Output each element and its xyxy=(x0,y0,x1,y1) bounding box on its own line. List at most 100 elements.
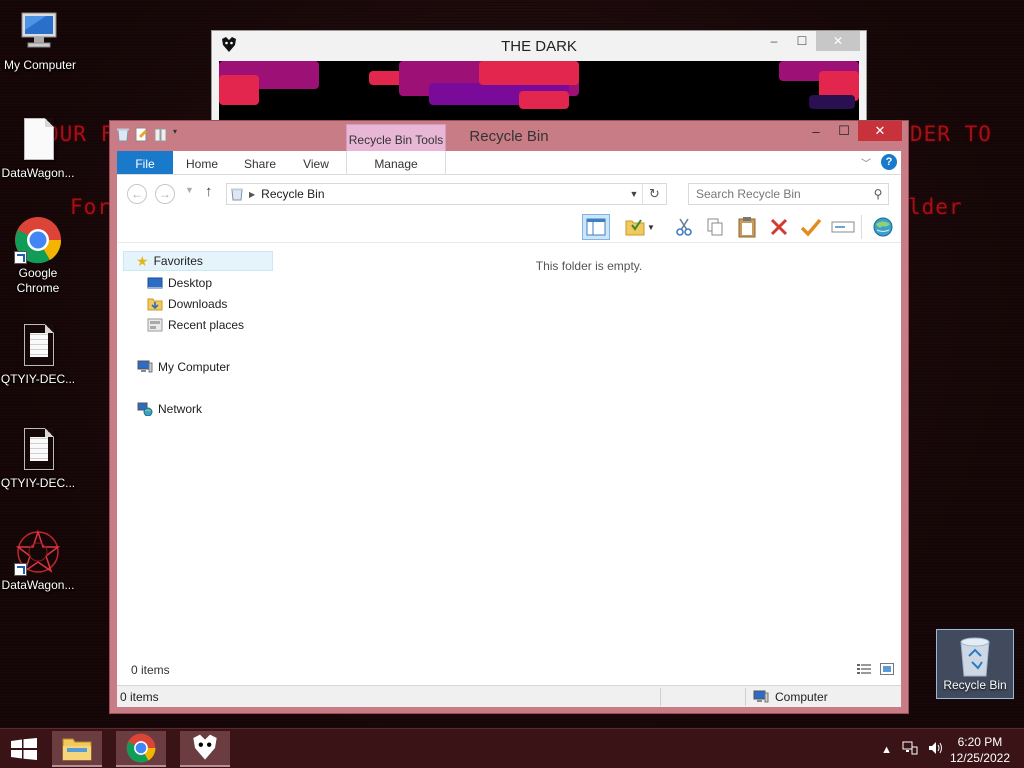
close-button[interactable]: ✕ xyxy=(816,31,860,51)
select-dropdown-icon[interactable]: ▼ xyxy=(644,214,658,240)
empty-folder-message: This folder is empty. xyxy=(535,259,643,273)
tab-home[interactable]: Home xyxy=(177,151,227,174)
status-items: 0 items xyxy=(120,690,159,704)
the-dark-window[interactable]: THE DARK – ☐ ✕ xyxy=(211,30,867,130)
paste-icon[interactable] xyxy=(733,214,761,240)
navigation-bar: ← → ▼ ↑ ▶ Recycle Bin ▼ ↻ Search Recycle… xyxy=(117,175,901,211)
explorer-titlebar[interactable]: ▾ Recycle Bin Tools Recycle Bin – ☐ ✕ xyxy=(110,121,908,152)
tab-view[interactable]: View xyxy=(291,151,341,174)
address-path[interactable]: Recycle Bin xyxy=(261,187,324,201)
address-bar[interactable]: ▶ Recycle Bin ▼ ↻ xyxy=(226,183,667,205)
copy-icon[interactable] xyxy=(701,214,729,240)
help-icon[interactable]: ? xyxy=(881,154,897,170)
cut-icon[interactable] xyxy=(670,214,698,240)
clock-time: 6:20 PM xyxy=(957,735,1003,749)
nav-my-computer[interactable]: My Computer xyxy=(137,357,230,377)
explorer-window[interactable]: ▾ Recycle Bin Tools Recycle Bin – ☐ ✕ Fi… xyxy=(109,120,909,714)
nav-favorites-label: Favorites xyxy=(153,254,203,268)
recycle-bin-icon xyxy=(955,634,995,678)
the-dark-canvas xyxy=(219,61,859,129)
file-list[interactable]: This folder is empty. xyxy=(277,243,901,685)
search-input[interactable]: Search Recycle Bin ⚲ xyxy=(688,183,889,205)
item-count: 0 items xyxy=(131,663,170,677)
taskbar-the-dark[interactable] xyxy=(180,731,230,767)
nav-recent-places[interactable]: Recent places xyxy=(147,315,244,335)
tab-share[interactable]: Share xyxy=(235,151,285,174)
the-dark-titlebar[interactable]: THE DARK – ☐ ✕ xyxy=(212,31,866,61)
nav-favorites[interactable]: ★ Favorites xyxy=(123,251,273,271)
delete-icon[interactable] xyxy=(765,214,793,240)
forward-button[interactable]: → xyxy=(155,184,175,204)
folder-icon xyxy=(62,738,92,761)
nav-desktop[interactable]: Desktop xyxy=(147,273,212,293)
minimize-button[interactable]: – xyxy=(760,31,788,51)
shortcut-arrow-icon xyxy=(14,251,27,264)
expand-ribbon-icon[interactable]: ﹀ xyxy=(861,155,871,170)
desktop-icon-qtyiy-1[interactable]: QTYIY-DEC... xyxy=(0,322,78,387)
details-view-icon[interactable] xyxy=(857,663,871,675)
large-icons-view-icon[interactable] xyxy=(880,663,894,675)
desktop-icon xyxy=(147,277,163,289)
tab-file[interactable]: File xyxy=(117,151,173,174)
start-button[interactable] xyxy=(10,738,38,763)
desktop-icon-my-computer[interactable]: My Computer xyxy=(0,8,80,73)
address-dropdown-icon[interactable]: ▼ xyxy=(626,189,642,199)
computer-icon xyxy=(137,360,153,373)
rename-icon[interactable] xyxy=(829,214,857,240)
pane-footer: 0 items xyxy=(117,653,901,685)
desktop-icon-recycle-bin[interactable]: Recycle Bin xyxy=(936,629,1014,699)
command-toolbar: ▼ xyxy=(117,211,901,243)
recent-locations-icon[interactable]: ▼ xyxy=(185,185,194,195)
close-button[interactable]: ✕ xyxy=(858,121,902,141)
desktop-icon-google-chrome[interactable]: Google Chrome xyxy=(0,216,78,296)
network-status-icon[interactable] xyxy=(902,741,918,758)
preview-pane-button[interactable] xyxy=(582,214,610,240)
computer-icon xyxy=(16,8,64,56)
chrome-icon xyxy=(14,216,62,264)
downloads-folder-icon xyxy=(147,298,163,311)
desktop-icon-datawagon-2[interactable]: DataWagon... xyxy=(0,528,78,593)
taskbar-file-explorer[interactable] xyxy=(52,731,102,767)
search-icon[interactable]: ⚲ xyxy=(868,187,888,201)
file-icon xyxy=(14,116,62,164)
maximize-button[interactable]: ☐ xyxy=(830,121,858,141)
nav-network[interactable]: Network xyxy=(137,399,202,419)
lion-icon xyxy=(193,734,217,760)
nav-recent-label: Recent places xyxy=(168,318,245,332)
restore-check-icon[interactable] xyxy=(797,214,825,240)
ransom-text-2b: lder xyxy=(908,195,963,219)
status-location: Computer xyxy=(753,690,828,704)
explorer-body: ★ Favorites Desktop Downloads Recent pla… xyxy=(117,243,901,685)
taskbar-chrome[interactable] xyxy=(116,731,166,767)
clock[interactable]: 6:20 PM 12/25/2022 xyxy=(950,734,1010,766)
desktop-icon-datawagon-1[interactable]: DataWagon... xyxy=(0,116,78,181)
show-hidden-icons-icon[interactable]: ▲ xyxy=(881,744,892,756)
desktop-icon-label: DataWagon... xyxy=(1,166,75,180)
desktop-icon-label: Recycle Bin xyxy=(943,678,1007,692)
system-tray: ▲ xyxy=(881,741,944,758)
nav-computer-label: My Computer xyxy=(158,360,231,374)
breadcrumb-chevron-icon[interactable]: ▶ xyxy=(249,190,255,199)
star-icon: ★ xyxy=(136,252,149,269)
desktop-icon-qtyiy-2[interactable]: QTYIY-DEC... xyxy=(0,426,78,491)
up-button[interactable]: ↑ xyxy=(205,183,213,200)
back-button[interactable]: ← xyxy=(127,184,147,204)
refresh-button[interactable]: ↻ xyxy=(642,184,666,204)
explorer-title: Recycle Bin xyxy=(469,128,549,145)
maximize-button[interactable]: ☐ xyxy=(788,31,816,51)
globe-icon[interactable] xyxy=(869,214,897,240)
pentagram-icon xyxy=(14,528,62,576)
volume-icon[interactable] xyxy=(928,741,944,758)
nav-downloads[interactable]: Downloads xyxy=(147,294,227,314)
toolbar-divider xyxy=(861,215,862,239)
recent-places-icon xyxy=(147,318,163,332)
chrome-icon xyxy=(126,733,156,763)
text-file-icon xyxy=(14,426,62,474)
minimize-button[interactable]: – xyxy=(802,121,830,141)
text-file-icon xyxy=(14,322,62,370)
nav-downloads-label: Downloads xyxy=(168,297,228,311)
desktop-icon-label: My Computer xyxy=(3,58,77,72)
taskbar: ▲ 6:20 PM 12/25/2022 xyxy=(0,728,1024,768)
status-divider xyxy=(745,688,746,706)
tab-manage[interactable]: Manage xyxy=(346,151,446,174)
